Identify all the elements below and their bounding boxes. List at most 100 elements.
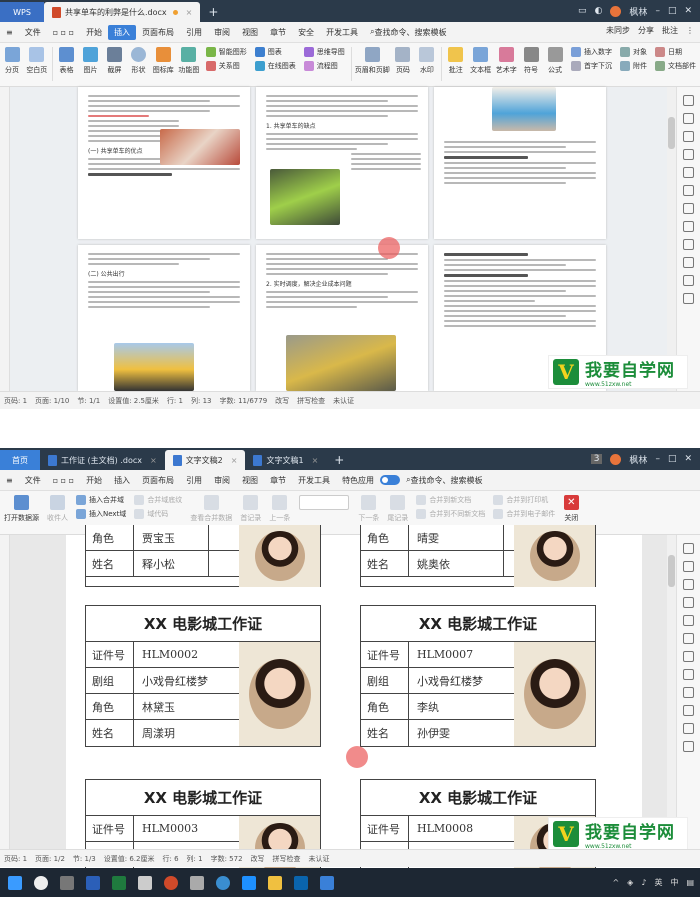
outlook-icon[interactable] [294, 875, 308, 890]
user-name[interactable]: 枫林 [629, 453, 647, 466]
document-tab[interactable]: 共享单车的利弊是什么.docx × [44, 2, 201, 22]
status-pages[interactable]: 页面: 1/10 [35, 396, 69, 406]
fill-icon[interactable] [683, 597, 694, 608]
minimize-icon[interactable]: – [655, 6, 660, 16]
blue-bike-photo[interactable] [492, 87, 556, 131]
attachment-button[interactable]: 附件 [620, 61, 647, 71]
skin-icon[interactable]: ◐ [595, 6, 603, 16]
green-bikes-photo[interactable] [270, 169, 340, 225]
status-spellcheck[interactable]: 拼写检查 [297, 396, 325, 406]
smart-graphic-button[interactable]: 智能图形 [205, 47, 247, 57]
avatar[interactable] [610, 453, 622, 465]
icon-library-button[interactable]: 图标库 [150, 47, 176, 75]
menu-quick-tools-icon[interactable]: ▫ ▫ ▫ [47, 473, 80, 488]
menu-home[interactable]: 开始 [80, 473, 108, 488]
layout-icon[interactable]: ▭ [578, 6, 587, 16]
ie-icon[interactable] [242, 875, 256, 890]
insert-number-button[interactable]: 插入数字 [571, 47, 612, 57]
user-name[interactable]: 枫林 [629, 5, 647, 18]
fill-icon[interactable] [683, 149, 694, 160]
relation-chart-button[interactable]: 关系图 [205, 61, 247, 71]
maximize-icon[interactable]: □ [668, 454, 677, 464]
menu-security[interactable]: 安全 [292, 25, 320, 40]
share-icon[interactable] [683, 651, 694, 662]
table-props-icon[interactable] [683, 615, 694, 626]
close-tab-icon[interactable]: × [312, 456, 319, 465]
copy-icon[interactable] [683, 221, 694, 232]
windows-start-icon[interactable] [8, 875, 22, 890]
portrait-photo[interactable] [514, 642, 595, 746]
maximize-icon[interactable]: □ [668, 6, 677, 16]
comment-insert-button[interactable]: 批注 [444, 47, 468, 75]
watermark-button[interactable]: 水印 [415, 47, 439, 75]
field-shading-button[interactable]: 合并域底纹 [134, 495, 182, 505]
select-icon[interactable] [683, 561, 694, 572]
drop-cap-button[interactable]: 首字下沉 [571, 61, 612, 71]
bike-pile-photo[interactable] [286, 335, 396, 391]
nav-icon[interactable] [683, 633, 694, 644]
page-thumb-5[interactable]: 2. 实时调度，解决企业成本问题 [256, 245, 428, 391]
first-record-button[interactable]: 首记录 [236, 495, 265, 523]
close-tab-icon[interactable]: × [231, 456, 238, 465]
vertical-scrollbar[interactable] [667, 87, 676, 391]
close-window-icon[interactable]: ✕ [684, 454, 692, 464]
shape-button[interactable]: 形状 [126, 47, 150, 75]
share-button[interactable]: 分享 [638, 25, 654, 36]
merge-email-button[interactable]: 合并到电子邮件 [493, 509, 555, 519]
record-number-field[interactable] [294, 495, 354, 513]
table-button[interactable]: 表格 [54, 47, 78, 75]
vertical-scrollbar[interactable] [667, 535, 676, 849]
textbox-button[interactable]: 文本框 [468, 47, 494, 75]
id-card-HLM0002[interactable]: XX 电影城工作证 证件号 HLM0002 剧组 小戏骨红楼梦 角色 林黛玉 姓名 周漾… [85, 605, 321, 747]
close-tab-icon[interactable]: × [150, 456, 157, 465]
view-merged-data-button[interactable]: 查看合并数据 [186, 495, 236, 523]
function-chart-button[interactable]: 功能图 [176, 47, 202, 75]
record-input-box[interactable] [299, 495, 350, 510]
menu-file[interactable]: 文件 [19, 473, 47, 488]
notification-icon[interactable]: ▤ [686, 878, 694, 887]
id-card-partial-right[interactable]: 角色 晴雯 姓名 姚奥依 [360, 525, 596, 587]
insert-merge-field-button[interactable]: 插入合并域 [76, 495, 126, 505]
status-page[interactable]: 页码: 1 [4, 396, 27, 406]
wordart-button[interactable]: 艺术字 [493, 47, 519, 75]
menu-file[interactable]: 文件 [19, 25, 47, 40]
menu-review[interactable]: 审阅 [208, 473, 236, 488]
status-overwrite[interactable]: 改写 [251, 854, 265, 864]
print-icon[interactable] [683, 705, 694, 716]
more-icon[interactable]: ⋮ [686, 26, 694, 35]
chart-button[interactable]: 图表 [254, 47, 296, 57]
status-spellcheck[interactable]: 拼写检查 [273, 854, 301, 864]
avatar[interactable] [610, 5, 622, 17]
formula-button[interactable]: 公式 [543, 47, 567, 75]
status-cert[interactable]: 未认证 [309, 854, 330, 864]
print-icon[interactable] [683, 257, 694, 268]
minimize-icon[interactable]: – [655, 454, 660, 464]
screenshot-button[interactable]: 截屏 [102, 47, 126, 75]
status-words[interactable]: 字数: 11/6779 [219, 396, 267, 406]
menu-page-layout[interactable]: 页面布局 [136, 473, 180, 488]
menu-insert[interactable]: 插入 [108, 24, 137, 40]
share-icon[interactable] [683, 203, 694, 214]
menu-special[interactable]: 特色应用 [336, 473, 380, 488]
page-thumb-1[interactable]: (一) 共享单车的优点 [78, 87, 250, 239]
shape-style-icon[interactable] [683, 579, 694, 590]
last-record-button[interactable]: 尾记录 [383, 495, 412, 523]
menu-developer[interactable]: 开发工具 [320, 25, 364, 40]
menu-view[interactable]: 视图 [236, 25, 264, 40]
recipients-button[interactable]: 收件人 [43, 495, 72, 523]
menu-view[interactable]: 视图 [236, 473, 264, 488]
bike-rack-photo[interactable] [160, 129, 240, 165]
app-icon[interactable] [190, 875, 204, 890]
nav-icon[interactable] [683, 185, 694, 196]
word-icon[interactable] [86, 875, 100, 890]
yellow-bike-photo[interactable] [114, 343, 194, 391]
status-pages[interactable]: 页面: 1/2 [35, 854, 65, 864]
edit-icon[interactable] [683, 95, 694, 106]
edit-icon[interactable] [683, 543, 694, 554]
library-icon[interactable] [683, 723, 694, 734]
insert-next-field-button[interactable]: 插入Next域 [76, 509, 126, 519]
library-icon[interactable] [683, 275, 694, 286]
page-thumb-2[interactable]: 1. 共享单车的缺点 [256, 87, 428, 239]
select-icon[interactable] [683, 113, 694, 124]
menu-quick-tools-icon[interactable]: ▫ ▫ ▫ [47, 25, 80, 40]
